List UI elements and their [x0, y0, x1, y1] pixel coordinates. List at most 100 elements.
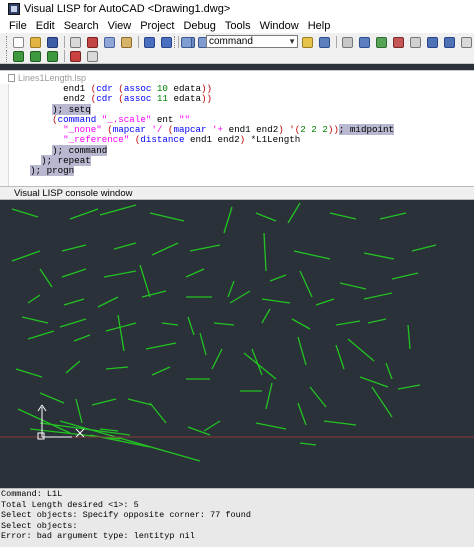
line-segment[interactable]: [213, 322, 235, 326]
line-segment[interactable]: [251, 348, 263, 376]
find-icon[interactable]: [181, 36, 192, 48]
save-icon[interactable]: [47, 36, 58, 48]
chevron-down-icon[interactable]: ▼: [288, 36, 296, 47]
menu-tools[interactable]: Tools: [225, 20, 251, 32]
line-segment[interactable]: [61, 268, 87, 278]
activate-autocad-icon[interactable]: [342, 36, 353, 48]
line-segment[interactable]: [187, 426, 211, 436]
line-segment[interactable]: [161, 322, 179, 326]
line-segment[interactable]: [223, 206, 233, 234]
line-segment[interactable]: [347, 338, 375, 362]
line-segment[interactable]: [149, 402, 167, 424]
bookmark-icon[interactable]: [302, 36, 313, 48]
line-segment[interactable]: [141, 290, 167, 298]
line-segment[interactable]: [297, 336, 307, 366]
line-segment[interactable]: [335, 344, 345, 370]
step-out-icon[interactable]: [47, 50, 58, 62]
line-segment[interactable]: [139, 264, 151, 298]
line-segment[interactable]: [73, 334, 91, 342]
line-segment[interactable]: [379, 212, 407, 220]
line-segment[interactable]: [21, 316, 49, 324]
line-segment[interactable]: [91, 398, 117, 406]
menu-help[interactable]: Help: [308, 20, 331, 32]
line-segment[interactable]: [367, 318, 387, 324]
line-segment[interactable]: [15, 368, 43, 378]
menu-search[interactable]: Search: [64, 20, 99, 32]
line-segment[interactable]: [75, 398, 83, 424]
line-segment[interactable]: [293, 250, 331, 260]
line-segment[interactable]: [261, 298, 291, 304]
menu-view[interactable]: View: [108, 20, 132, 32]
line-segment[interactable]: [363, 292, 393, 300]
line-segment[interactable]: [299, 270, 313, 298]
line-segment[interactable]: [113, 242, 137, 250]
command-window[interactable]: Command: L1L Total Length desired <1>: 5…: [0, 488, 474, 547]
line-segment[interactable]: [117, 314, 125, 352]
line-segment[interactable]: [69, 208, 99, 220]
toolbar-grip[interactable]: [6, 36, 10, 48]
watch-icon[interactable]: [427, 36, 438, 48]
line-segment[interactable]: [323, 420, 357, 426]
line-segment[interactable]: [287, 202, 301, 224]
load-selection-icon[interactable]: [376, 36, 387, 48]
line-segment[interactable]: [145, 342, 177, 350]
line-segment[interactable]: [187, 316, 195, 336]
line-segment[interactable]: [359, 376, 389, 388]
line-segment[interactable]: [27, 294, 41, 304]
line-segment[interactable]: [261, 308, 271, 324]
line-segment[interactable]: [407, 324, 411, 350]
line-segment[interactable]: [255, 212, 277, 222]
line-segment[interactable]: [263, 232, 267, 272]
line-segment[interactable]: [59, 318, 87, 328]
command-combo[interactable]: command ▼: [206, 35, 298, 48]
line-segment[interactable]: [291, 318, 311, 330]
line-segment[interactable]: [243, 352, 277, 380]
menu-debug[interactable]: Debug: [183, 20, 215, 32]
line-segment[interactable]: [255, 422, 287, 430]
toolbar-grip[interactable]: [6, 50, 10, 62]
line-segment[interactable]: [297, 402, 307, 426]
step-into-icon[interactable]: [13, 50, 24, 62]
line-segment[interactable]: [411, 244, 437, 252]
cut-icon[interactable]: [87, 36, 98, 48]
load-window-icon[interactable]: [359, 36, 370, 48]
check-window-icon[interactable]: [393, 36, 404, 48]
menu-file[interactable]: File: [9, 20, 27, 32]
line-segment[interactable]: [63, 298, 85, 306]
line-segment[interactable]: [371, 386, 393, 418]
line-segment[interactable]: [199, 332, 207, 356]
toolbar-grip[interactable]: [174, 36, 178, 48]
drawing-canvas[interactable]: [0, 199, 474, 488]
line-segment[interactable]: [151, 366, 171, 376]
line-segment[interactable]: [385, 362, 393, 380]
new-file-icon[interactable]: [13, 36, 24, 48]
line-segment[interactable]: [363, 252, 395, 260]
line-segment[interactable]: [329, 212, 357, 220]
console-title-bar[interactable]: Visual LISP console window: [0, 186, 474, 200]
line-segment[interactable]: [11, 250, 41, 262]
line-segment[interactable]: [27, 330, 55, 340]
line-segment[interactable]: [227, 280, 235, 298]
line-segment[interactable]: [127, 398, 153, 406]
line-segment[interactable]: [11, 208, 39, 218]
line-segment[interactable]: [269, 274, 287, 282]
line-segment[interactable]: [151, 242, 179, 256]
reset-icon[interactable]: [70, 50, 81, 62]
line-segment[interactable]: [97, 296, 119, 308]
line-segment[interactable]: [309, 386, 327, 408]
line-segment[interactable]: [185, 268, 205, 278]
line-segment[interactable]: [229, 290, 251, 304]
line-segment[interactable]: [65, 360, 81, 374]
line-segment[interactable]: [203, 420, 221, 432]
line-segment[interactable]: [339, 282, 367, 290]
line-segment[interactable]: [397, 384, 421, 390]
open-folder-icon[interactable]: [30, 36, 41, 48]
quit-icon[interactable]: [87, 50, 98, 62]
menu-window[interactable]: Window: [260, 20, 299, 32]
line-segment[interactable]: [39, 268, 53, 288]
code-area[interactable]: end1 (cdr (assoc 10 edata)) end2 (cdr (a…: [8, 84, 474, 187]
editor-tab[interactable]: Lines1Length.lsp: [8, 72, 86, 84]
line-segment[interactable]: [391, 272, 419, 280]
format-icon[interactable]: [319, 36, 330, 48]
line-segment[interactable]: [211, 348, 223, 370]
